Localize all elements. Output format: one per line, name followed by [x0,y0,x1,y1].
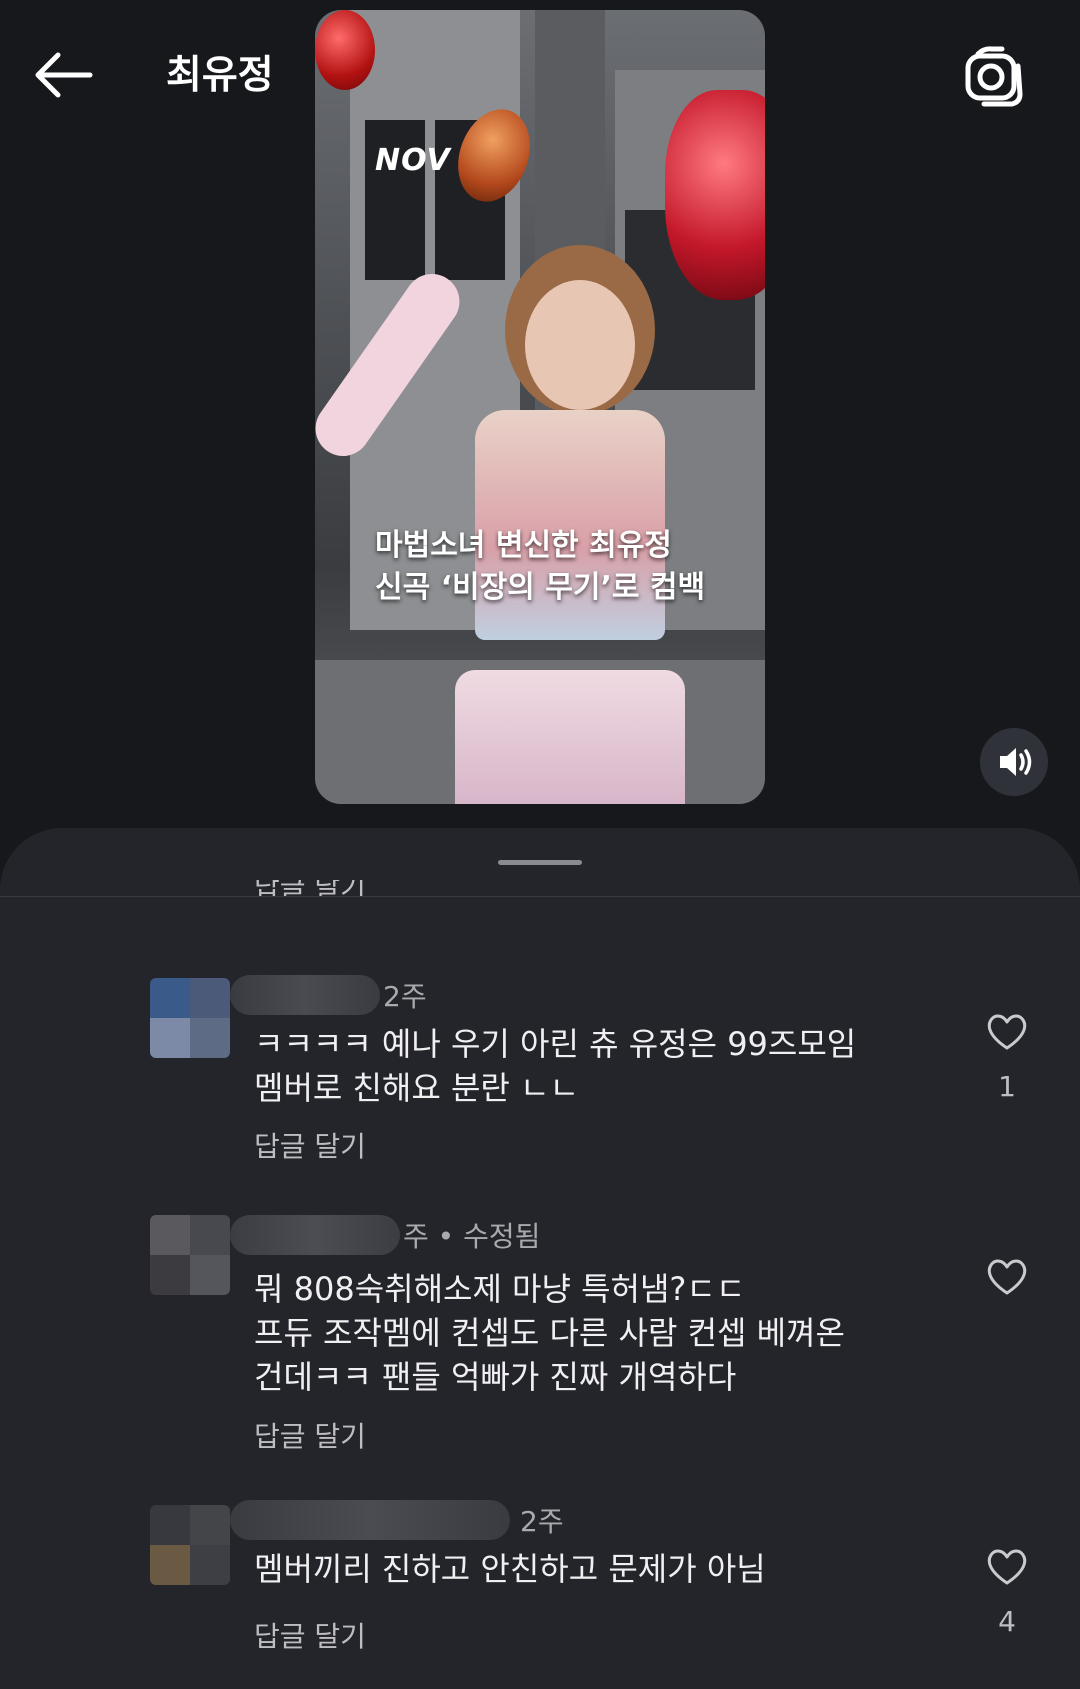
comment-line: 건데ㅋㅋ 팬들 억빠가 진짜 개역하다 [254,1358,737,1396]
arrow-left-icon [35,52,93,98]
brand-logo: NOV [375,143,451,178]
page-title: 최유정 [166,53,274,98]
avatar [150,978,230,1058]
back-button[interactable] [30,45,100,105]
like-button[interactable] [985,1012,1029,1052]
like-button[interactable] [985,1547,1029,1587]
skirt [455,670,685,804]
balloon-red [315,10,375,90]
comment-line: 프듀 조작멤에 컨셉도 다른 사람 컨셉 베껴온 [254,1314,845,1352]
camera-button[interactable] [962,44,1026,108]
like-count: 1 [998,1070,1016,1103]
sheet-divider [0,896,1080,897]
speaker-icon [1000,748,1032,776]
heart-icon [987,1014,1027,1050]
sheet-drag-handle[interactable] [498,860,582,865]
comment-line: ㅋㅋㅋㅋ 예나 우기 아린 츄 유정은 99즈모임 [254,1025,857,1063]
video-player[interactable]: NOV 마법소녀 변신한 최유정 신곡 ‘비장의 무기’로 컴백 [315,10,765,804]
comment-text: ㅋㅋㅋㅋ 예나 우기 아린 츄 유정은 99즈모임 멤버로 친해요 분란 ㄴㄴ [254,1022,934,1110]
video-caption: 마법소녀 변신한 최유정 신곡 ‘비장의 무기’로 컴백 [375,525,755,609]
comment-meta: 2주 [520,1505,564,1538]
username-redacted [230,1500,510,1540]
comment-line: 뭐 808숙취해소제 마냥 특허냄?ㄷㄷ [254,1270,746,1308]
like-button[interactable] [985,1257,1029,1297]
camera-icon [965,46,1023,107]
balloon-heart [665,90,765,300]
avatar [150,1505,230,1585]
reply-link-partial[interactable]: 답글 달기 [254,880,454,896]
comment-line: 멤버끼리 진하고 안친하고 문제가 아님 [254,1550,766,1588]
username-redacted [230,975,380,1015]
sound-button[interactable] [980,728,1048,796]
caption-line: 신곡 ‘비장의 무기’로 컴백 [375,570,706,605]
comment-text: 뭐 808숙취해소제 마냥 특허냄?ㄷㄷ 프듀 조작멤에 컨셉도 다른 사람 컨… [254,1267,934,1399]
comment-meta: 주 • 수정됨 [403,1220,541,1253]
reply-button[interactable]: 답글 달기 [254,1415,366,1455]
avatar [150,1215,230,1295]
heart-icon [987,1549,1027,1585]
comment-text: 멤버끼리 진하고 안친하고 문제가 아님 [254,1547,934,1591]
username-redacted [230,1215,400,1255]
caption-line: 마법소녀 변신한 최유정 [375,528,672,563]
like-count: 4 [998,1605,1016,1638]
heart-icon [987,1259,1027,1295]
reply-button[interactable]: 답글 달기 [254,1125,366,1165]
comment-line: 멤버로 친해요 분란 ㄴㄴ [254,1069,579,1107]
reply-button[interactable]: 답글 달기 [254,1615,366,1655]
comment-meta: 2주 [383,980,427,1013]
face [525,280,635,410]
